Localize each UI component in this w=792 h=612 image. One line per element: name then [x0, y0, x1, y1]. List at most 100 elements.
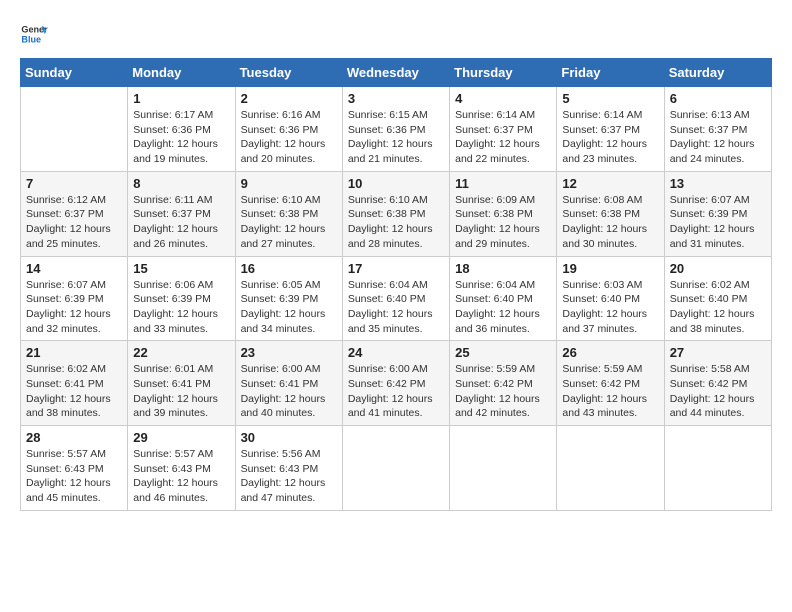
day-number: 9 — [241, 176, 337, 191]
day-number: 8 — [133, 176, 229, 191]
calendar-cell: 9 Sunrise: 6:10 AM Sunset: 6:38 PM Daylig… — [235, 171, 342, 256]
calendar-cell: 1 Sunrise: 6:17 AM Sunset: 6:36 PM Daylig… — [128, 87, 235, 172]
week-row-5: 28 Sunrise: 5:57 AM Sunset: 6:43 PM Dayli… — [21, 426, 772, 511]
week-row-2: 7 Sunrise: 6:12 AM Sunset: 6:37 PM Daylig… — [21, 171, 772, 256]
svg-text:Blue: Blue — [21, 34, 41, 44]
logo: General Blue — [20, 20, 52, 48]
calendar-body: 1 Sunrise: 6:17 AM Sunset: 6:36 PM Daylig… — [21, 87, 772, 511]
day-info: Sunrise: 6:04 AM Sunset: 6:40 PM Dayligh… — [348, 278, 444, 337]
day-info: Sunrise: 6:08 AM Sunset: 6:38 PM Dayligh… — [562, 193, 658, 252]
day-info: Sunrise: 6:00 AM Sunset: 6:42 PM Dayligh… — [348, 362, 444, 421]
day-info: Sunrise: 6:14 AM Sunset: 6:37 PM Dayligh… — [562, 108, 658, 167]
header-cell-thursday: Thursday — [450, 59, 557, 87]
day-info: Sunrise: 6:16 AM Sunset: 6:36 PM Dayligh… — [241, 108, 337, 167]
day-number: 29 — [133, 430, 229, 445]
day-info: Sunrise: 6:12 AM Sunset: 6:37 PM Dayligh… — [26, 193, 122, 252]
calendar-cell: 11 Sunrise: 6:09 AM Sunset: 6:38 PM Dayli… — [450, 171, 557, 256]
week-row-1: 1 Sunrise: 6:17 AM Sunset: 6:36 PM Daylig… — [21, 87, 772, 172]
calendar-cell: 13 Sunrise: 6:07 AM Sunset: 6:39 PM Dayli… — [664, 171, 771, 256]
week-row-4: 21Sunrise: 6:02 AM Sunset: 6:41 PM Dayli… — [21, 341, 772, 426]
calendar-cell: 14 Sunrise: 6:07 AM Sunset: 6:39 PM Dayli… — [21, 256, 128, 341]
calendar-cell: 16 Sunrise: 6:05 AM Sunset: 6:39 PM Dayli… — [235, 256, 342, 341]
calendar-table: SundayMondayTuesdayWednesdayThursdayFrid… — [20, 58, 772, 511]
calendar-cell: 15 Sunrise: 6:06 AM Sunset: 6:39 PM Dayli… — [128, 256, 235, 341]
calendar-cell — [557, 426, 664, 511]
day-number: 30 — [241, 430, 337, 445]
day-number: 15 — [133, 261, 229, 276]
calendar-cell — [664, 426, 771, 511]
calendar-cell: 12 Sunrise: 6:08 AM Sunset: 6:38 PM Dayli… — [557, 171, 664, 256]
day-info: Sunrise: 6:07 AM Sunset: 6:39 PM Dayligh… — [670, 193, 766, 252]
day-info: Sunrise: 6:07 AM Sunset: 6:39 PM Dayligh… — [26, 278, 122, 337]
calendar-cell: 25 Sunrise: 5:59 AM Sunset: 6:42 PM Dayli… — [450, 341, 557, 426]
calendar-header: SundayMondayTuesdayWednesdayThursdayFrid… — [21, 59, 772, 87]
day-number: 5 — [562, 91, 658, 106]
calendar-cell: 18 Sunrise: 6:04 AM Sunset: 6:40 PM Dayli… — [450, 256, 557, 341]
day-info: Sunrise: 5:58 AM Sunset: 6:42 PM Dayligh… — [670, 362, 766, 421]
day-number: 16 — [241, 261, 337, 276]
day-number: 3 — [348, 91, 444, 106]
day-number: 28 — [26, 430, 122, 445]
day-info: Sunrise: 6:02 AM Sunset: 6:41 PM Dayligh… — [26, 362, 122, 421]
calendar-cell: 22Sunrise: 6:01 AM Sunset: 6:41 PM Dayli… — [128, 341, 235, 426]
day-number: 23 — [241, 345, 337, 360]
logo-icon: General Blue — [20, 20, 48, 48]
header-cell-friday: Friday — [557, 59, 664, 87]
day-info: Sunrise: 5:59 AM Sunset: 6:42 PM Dayligh… — [455, 362, 551, 421]
day-number: 7 — [26, 176, 122, 191]
day-number: 11 — [455, 176, 551, 191]
day-info: Sunrise: 6:14 AM Sunset: 6:37 PM Dayligh… — [455, 108, 551, 167]
calendar-cell: 24 Sunrise: 6:00 AM Sunset: 6:42 PM Dayli… — [342, 341, 449, 426]
calendar-cell — [450, 426, 557, 511]
calendar-cell: 5 Sunrise: 6:14 AM Sunset: 6:37 PM Daylig… — [557, 87, 664, 172]
day-number: 1 — [133, 91, 229, 106]
day-number: 25 — [455, 345, 551, 360]
day-info: Sunrise: 6:10 AM Sunset: 6:38 PM Dayligh… — [241, 193, 337, 252]
header-cell-saturday: Saturday — [664, 59, 771, 87]
header-cell-tuesday: Tuesday — [235, 59, 342, 87]
day-info: Sunrise: 6:06 AM Sunset: 6:39 PM Dayligh… — [133, 278, 229, 337]
day-info: Sunrise: 6:09 AM Sunset: 6:38 PM Dayligh… — [455, 193, 551, 252]
day-info: Sunrise: 6:04 AM Sunset: 6:40 PM Dayligh… — [455, 278, 551, 337]
day-number: 19 — [562, 261, 658, 276]
calendar-cell: 19Sunrise: 6:03 AM Sunset: 6:40 PM Dayli… — [557, 256, 664, 341]
week-row-3: 14 Sunrise: 6:07 AM Sunset: 6:39 PM Dayli… — [21, 256, 772, 341]
day-number: 12 — [562, 176, 658, 191]
day-info: Sunrise: 6:11 AM Sunset: 6:37 PM Dayligh… — [133, 193, 229, 252]
calendar-cell: 17 Sunrise: 6:04 AM Sunset: 6:40 PM Dayli… — [342, 256, 449, 341]
day-number: 26 — [562, 345, 658, 360]
calendar-cell: 26 Sunrise: 5:59 AM Sunset: 6:42 PM Dayli… — [557, 341, 664, 426]
calendar-cell: 4 Sunrise: 6:14 AM Sunset: 6:37 PM Daylig… — [450, 87, 557, 172]
day-number: 13 — [670, 176, 766, 191]
day-info: Sunrise: 6:01 AM Sunset: 6:41 PM Dayligh… — [133, 362, 229, 421]
day-info: Sunrise: 6:00 AM Sunset: 6:41 PM Dayligh… — [241, 362, 337, 421]
day-number: 17 — [348, 261, 444, 276]
day-info: Sunrise: 6:17 AM Sunset: 6:36 PM Dayligh… — [133, 108, 229, 167]
day-number: 2 — [241, 91, 337, 106]
day-info: Sunrise: 6:10 AM Sunset: 6:38 PM Dayligh… — [348, 193, 444, 252]
day-number: 20 — [670, 261, 766, 276]
day-info: Sunrise: 6:15 AM Sunset: 6:36 PM Dayligh… — [348, 108, 444, 167]
calendar-cell: 3 Sunrise: 6:15 AM Sunset: 6:36 PM Daylig… — [342, 87, 449, 172]
calendar-cell: 7 Sunrise: 6:12 AM Sunset: 6:37 PM Daylig… — [21, 171, 128, 256]
day-info: Sunrise: 5:57 AM Sunset: 6:43 PM Dayligh… — [133, 447, 229, 506]
header-cell-sunday: Sunday — [21, 59, 128, 87]
day-number: 10 — [348, 176, 444, 191]
day-number: 4 — [455, 91, 551, 106]
calendar-cell: 30Sunrise: 5:56 AM Sunset: 6:43 PM Dayli… — [235, 426, 342, 511]
day-info: Sunrise: 5:57 AM Sunset: 6:43 PM Dayligh… — [26, 447, 122, 506]
day-info: Sunrise: 6:13 AM Sunset: 6:37 PM Dayligh… — [670, 108, 766, 167]
day-info: Sunrise: 6:05 AM Sunset: 6:39 PM Dayligh… — [241, 278, 337, 337]
day-number: 14 — [26, 261, 122, 276]
day-info: Sunrise: 5:59 AM Sunset: 6:42 PM Dayligh… — [562, 362, 658, 421]
calendar-cell — [21, 87, 128, 172]
day-info: Sunrise: 6:02 AM Sunset: 6:40 PM Dayligh… — [670, 278, 766, 337]
day-number: 24 — [348, 345, 444, 360]
calendar-cell: 29 Sunrise: 5:57 AM Sunset: 6:43 PM Dayli… — [128, 426, 235, 511]
calendar-cell: 28 Sunrise: 5:57 AM Sunset: 6:43 PM Dayli… — [21, 426, 128, 511]
calendar-cell — [342, 426, 449, 511]
day-number: 6 — [670, 91, 766, 106]
calendar-cell: 2 Sunrise: 6:16 AM Sunset: 6:36 PM Daylig… — [235, 87, 342, 172]
day-number: 18 — [455, 261, 551, 276]
calendar-cell: 27Sunrise: 5:58 AM Sunset: 6:42 PM Dayli… — [664, 341, 771, 426]
